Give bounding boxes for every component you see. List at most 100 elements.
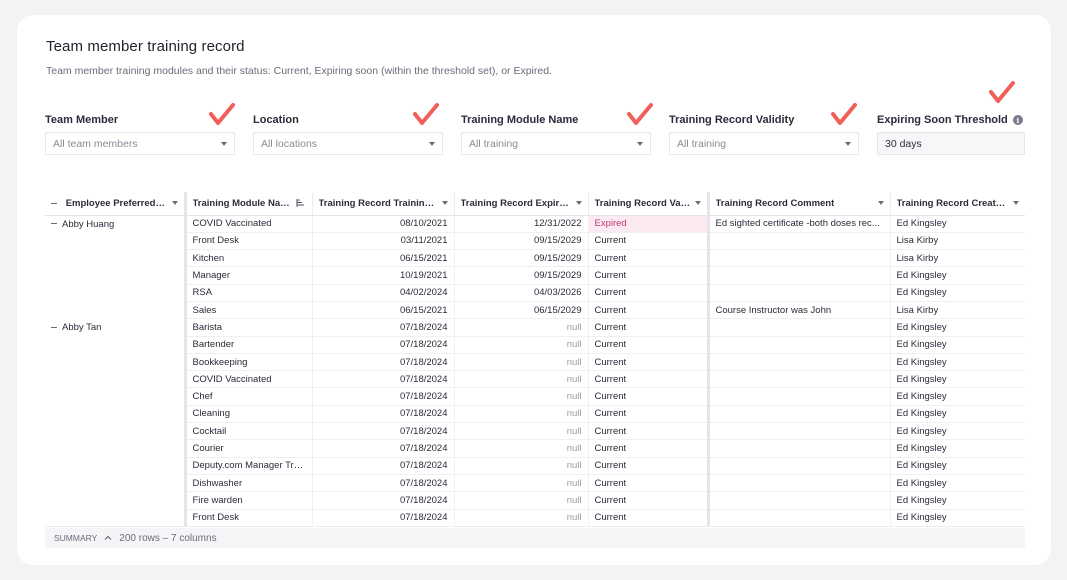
cell-comment[interactable]	[708, 232, 891, 251]
cell-expiry[interactable]: null	[454, 457, 589, 475]
cell-comment[interactable]	[708, 457, 891, 475]
cell-expiry[interactable]: null	[454, 318, 589, 337]
cell-comment[interactable]	[708, 336, 891, 354]
cell-expiry[interactable]: null	[454, 439, 589, 458]
cell-training[interactable]: 07/18/2024	[312, 474, 455, 493]
cell-comment[interactable]	[708, 439, 891, 458]
cell-validity[interactable]: Expired	[588, 215, 710, 233]
table-row[interactable]: Front Desk 03/11/2021 09/15/2029 Current Lis…	[45, 232, 1025, 251]
cell-expiry[interactable]: 09/15/2029	[454, 249, 589, 268]
filter-select[interactable]: All team members	[45, 132, 235, 155]
cell-module[interactable]: Sales	[185, 301, 313, 320]
cell-expiry[interactable]: null	[454, 353, 589, 372]
table-row[interactable]: Chef 07/18/2024 null Current Ed Kingsley	[45, 387, 1025, 406]
table-row[interactable]: Sales 06/15/2021 06/15/2029 Current Course I…	[45, 301, 1025, 320]
cell-created[interactable]: Ed Kingsley	[890, 336, 1025, 354]
cell-validity[interactable]: Current	[588, 284, 710, 302]
cell-module[interactable]: RSA	[185, 284, 313, 302]
cell-comment[interactable]	[708, 491, 891, 510]
cell-training[interactable]: 07/18/2024	[312, 387, 455, 406]
caret-down-icon[interactable]	[877, 201, 884, 206]
cell-module[interactable]: Cocktail	[185, 422, 313, 441]
column-header-2[interactable]: Training Record Training ...	[312, 192, 455, 216]
cell-created[interactable]: Ed Kingsley	[890, 284, 1025, 302]
cell-training[interactable]: 06/15/2021	[312, 249, 455, 268]
cell-validity[interactable]: Current	[588, 301, 710, 320]
cell-created[interactable]: Ed Kingsley	[890, 422, 1025, 441]
cell-validity[interactable]: Current	[588, 422, 710, 441]
cell-module[interactable]: Front Desk	[185, 509, 313, 526]
cell-expiry[interactable]: null	[454, 336, 589, 354]
group-cell[interactable]: Abby Huang	[45, 215, 187, 319]
cell-training[interactable]: 07/18/2024	[312, 509, 455, 526]
cell-created[interactable]: Ed Kingsley	[890, 215, 1025, 233]
cell-module[interactable]: COVID Vaccinated	[185, 215, 313, 233]
cell-comment[interactable]	[708, 474, 891, 493]
caret-down-icon[interactable]	[1012, 201, 1019, 206]
collapse-group-icon[interactable]	[51, 223, 57, 225]
table-row[interactable]: Front Desk 07/18/2024 null Current Ed Kingsl…	[45, 509, 1025, 526]
table-row[interactable]: RSA 04/02/2024 04/03/2026 Current Ed Kingsle…	[45, 284, 1025, 302]
column-header-1[interactable]: Training Module Name	[185, 192, 313, 216]
cell-training[interactable]: 07/18/2024	[312, 318, 455, 337]
cell-validity[interactable]: Current	[588, 249, 710, 268]
cell-expiry[interactable]: null	[454, 387, 589, 406]
cell-training[interactable]: 07/18/2024	[312, 457, 455, 475]
cell-validity[interactable]: Current	[588, 370, 710, 389]
column-header-5[interactable]: Training Record Comment	[708, 192, 891, 216]
table-row[interactable]: Deputy.com Manager Trai... 07/18/2024 null…	[45, 457, 1025, 475]
cell-validity[interactable]: Current	[588, 439, 710, 458]
cell-comment[interactable]	[708, 509, 891, 526]
cell-expiry[interactable]: 09/15/2029	[454, 232, 589, 251]
cell-training[interactable]: 07/18/2024	[312, 439, 455, 458]
cell-created[interactable]: Ed Kingsley	[890, 405, 1025, 424]
group-cell[interactable]: Abby Tan	[45, 318, 187, 526]
table-row[interactable]: Cocktail 07/18/2024 null Current Ed Kingsley	[45, 422, 1025, 441]
cell-expiry[interactable]: 09/15/2029	[454, 266, 589, 285]
table-row[interactable]: Courier 07/18/2024 null Current Ed Kingsley	[45, 439, 1025, 458]
cell-comment[interactable]	[708, 266, 891, 285]
cell-module[interactable]: Front Desk	[185, 232, 313, 251]
cell-module[interactable]: Chef	[185, 387, 313, 406]
cell-module[interactable]: Barista	[185, 318, 313, 337]
cell-comment[interactable]	[708, 249, 891, 268]
cell-comment[interactable]	[708, 405, 891, 424]
cell-created[interactable]: Ed Kingsley	[890, 491, 1025, 510]
cell-comment[interactable]	[708, 370, 891, 389]
filter-select[interactable]: All training	[669, 132, 859, 155]
table-row[interactable]: Cleaning 07/18/2024 null Current Ed Kingsley	[45, 405, 1025, 424]
table-row[interactable]: Bartender 07/18/2024 null Current Ed Kingsle…	[45, 336, 1025, 354]
cell-validity[interactable]: Current	[588, 232, 710, 251]
cell-module[interactable]: Fire warden	[185, 491, 313, 510]
cell-validity[interactable]: Current	[588, 318, 710, 337]
cell-validity[interactable]: Current	[588, 457, 710, 475]
table-row[interactable]: COVID Vaccinated 07/18/2024 null Current Ed …	[45, 370, 1025, 389]
caret-down-icon[interactable]	[441, 201, 448, 206]
cell-expiry[interactable]: null	[454, 474, 589, 493]
cell-expiry[interactable]: 06/15/2029	[454, 301, 589, 320]
cell-module[interactable]: Cleaning	[185, 405, 313, 424]
column-header-4[interactable]: Training Record Vali...	[588, 192, 710, 216]
cell-validity[interactable]: Current	[588, 266, 710, 285]
cell-created[interactable]: Ed Kingsley	[890, 457, 1025, 475]
cell-expiry[interactable]: null	[454, 370, 589, 389]
cell-training[interactable]: 07/18/2024	[312, 491, 455, 510]
cell-created[interactable]: Ed Kingsley	[890, 509, 1025, 526]
cell-training[interactable]: 07/18/2024	[312, 422, 455, 441]
info-icon[interactable]: i	[1012, 115, 1023, 125]
cell-validity[interactable]: Current	[588, 353, 710, 372]
table-row[interactable]: Abby Tan Barista 07/18/2024 null Current Ed K…	[45, 318, 1025, 526]
cell-created[interactable]: Ed Kingsley	[890, 387, 1025, 406]
cell-comment[interactable]: Ed sighted certificate -both doses rec..…	[708, 215, 891, 233]
summary-bar[interactable]: SUMMARY 200 rows – 7 columns	[45, 528, 1025, 548]
caret-down-icon[interactable]	[171, 201, 178, 206]
cell-created[interactable]: Lisa Kirby	[890, 232, 1025, 251]
cell-comment[interactable]	[708, 387, 891, 406]
cell-module[interactable]: Manager	[185, 266, 313, 285]
cell-created[interactable]: Ed Kingsley	[890, 353, 1025, 372]
collapse-all-icon[interactable]	[51, 202, 57, 204]
cell-validity[interactable]: Current	[588, 509, 710, 526]
cell-created[interactable]: Lisa Kirby	[890, 249, 1025, 268]
cell-comment[interactable]	[708, 318, 891, 337]
cell-validity[interactable]: Current	[588, 474, 710, 493]
